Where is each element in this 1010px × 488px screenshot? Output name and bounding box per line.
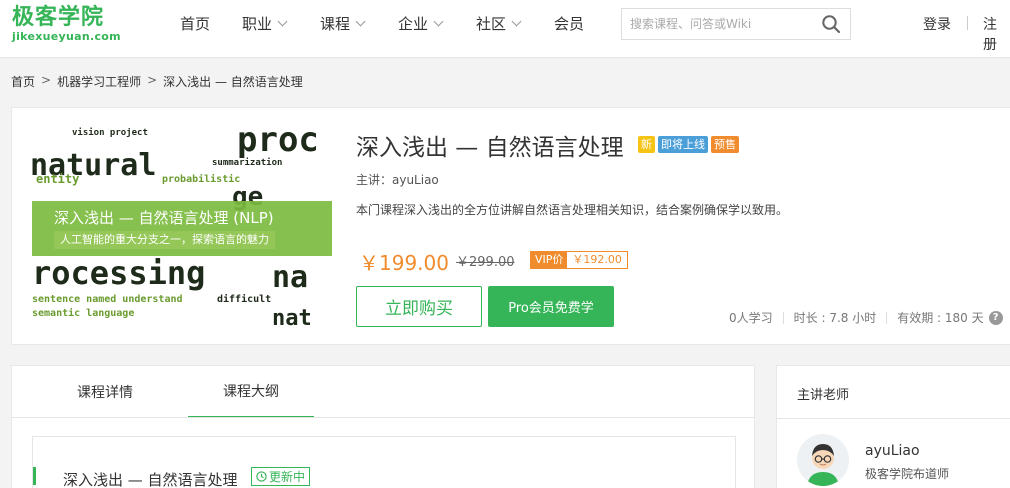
coming-soon-badge: 即将上线 [658,136,708,153]
chevron-down-icon [277,16,288,26]
tab-divider [12,417,754,418]
cover-banner: 深入浅出 — 自然语言处理 (NLP) 人工智能的重大分支之一，探索语言的魅力 [32,201,332,256]
nav-item-community[interactable]: 社区 [476,12,522,34]
course-card: natural proc entity probabilistic vision… [11,107,1010,345]
nav-item-courses[interactable]: 课程 [320,12,366,34]
login-link[interactable]: 登录 [923,14,951,34]
course-stats: 0人学习 时长 : 7.8 小时 有效期 : 180 天 ? [729,309,1003,326]
tab-label: 课程大纲 [223,384,279,400]
presale-badge: 预售 [711,136,739,153]
course-cover-image[interactable]: natural proc entity probabilistic vision… [32,126,332,326]
outline-accent-bar [33,467,36,485]
outline-title: 深入浅出 — 自然语言处理 [63,471,238,488]
chevron-down-icon [355,16,366,26]
vip-price-badge: VIP价 ￥192.00 [530,251,628,269]
course-price: ￥199.00 [359,251,449,275]
teacher-panel: 主讲老师 ayuLiao 极客学院布道师 [776,365,1010,488]
search-button[interactable] [812,9,850,39]
breadcrumb-separator: > [41,73,52,87]
tab-course-details[interactable]: 课程详情 [42,366,168,418]
learner-count: 0人学习 [729,311,773,325]
chevron-down-icon [433,16,444,26]
buy-now-button[interactable]: 立即购买 [356,286,482,327]
original-price: ￥299.00 [456,255,515,270]
nav-item-membership[interactable]: 会员 [554,12,584,34]
logo-text: 极客学院 [12,5,105,30]
teacher-panel-divider [777,418,1010,419]
teacher-name[interactable]: ayuLiao [865,443,920,459]
register-link[interactable]: 注册 [983,14,1010,54]
breadcrumb-career[interactable]: 机器学习工程师 [57,73,141,90]
nav-item-label: 职业 [242,14,273,33]
nav-item-home[interactable]: 首页 [180,12,210,34]
breadcrumb-current: 深入浅出 — 自然语言处理 [163,75,303,89]
nav-item-label: 会员 [554,14,585,33]
chevron-down-icon [511,16,522,26]
nav-item-label: 社区 [476,14,507,33]
course-lecturer: 主讲：ayuLiao [356,173,439,187]
validity-period: 有效期 : 180 天 [897,311,984,325]
cover-banner-title: 深入浅出 — 自然语言处理 (NLP) [54,209,274,227]
site-logo[interactable]: 极客学院 jikexueyuan.com [12,6,122,44]
course-content-panel: 课程详情 课程大纲 深入浅出 — 自然语言处理 更新中 [11,365,755,488]
stat-divider [886,311,888,324]
avatar[interactable] [797,434,849,486]
nav-item-career[interactable]: 职业 [242,12,288,34]
updating-badge: 更新中 [251,467,311,486]
teacher-avatar-icon [797,434,849,486]
course-description: 本门课程深入浅出的全方位讲解自然语言处理相关知识，结合案例确保学以致用。 [356,203,789,217]
teacher-panel-title: 主讲老师 [797,388,850,403]
nav-item-label: 首页 [180,14,211,33]
nav-item-label: 课程 [320,14,351,33]
search-icon [822,15,841,34]
logo-domain: jikexueyuan.com [12,30,121,43]
help-icon[interactable]: ? [988,310,1003,325]
teacher-role: 极客学院布道师 [865,467,950,481]
cover-banner-subtitle: 人工智能的重大分支之一，探索语言的魅力 [54,231,275,249]
course-tags: 新 即将上线 预售 [638,136,739,153]
outline-section: 深入浅出 — 自然语言处理 更新中 [32,436,736,488]
nav-item-enterprise[interactable]: 企业 [398,12,444,34]
top-navbar: 极客学院 jikexueyuan.com 首页 职业 课程 企业 社区 会员 登… [0,0,1010,58]
search-box [621,8,851,40]
updating-badge-label: 更新中 [269,470,306,484]
breadcrumb: 首页 > 机器学习工程师 > 深入浅出 — 自然语言处理 [11,73,303,90]
vip-price: ￥192.00 [567,252,627,268]
vip-label: VIP价 [531,252,568,268]
nav-divider [967,16,968,30]
pro-member-free-button[interactable]: Pro会员免费学 [488,286,614,327]
breadcrumb-home[interactable]: 首页 [11,73,35,90]
nav-item-label: 企业 [398,14,429,33]
course-duration: 时长 : 7.8 小时 [793,311,877,325]
tab-label: 课程详情 [77,385,133,401]
clock-icon [256,471,267,482]
search-input[interactable] [622,9,812,39]
breadcrumb-separator: > [147,73,158,87]
course-title: 深入浅出 — 自然语言处理 [356,135,624,161]
stat-divider [782,311,784,324]
tab-course-outline[interactable]: 课程大纲 [188,366,314,418]
new-badge: 新 [638,136,655,153]
